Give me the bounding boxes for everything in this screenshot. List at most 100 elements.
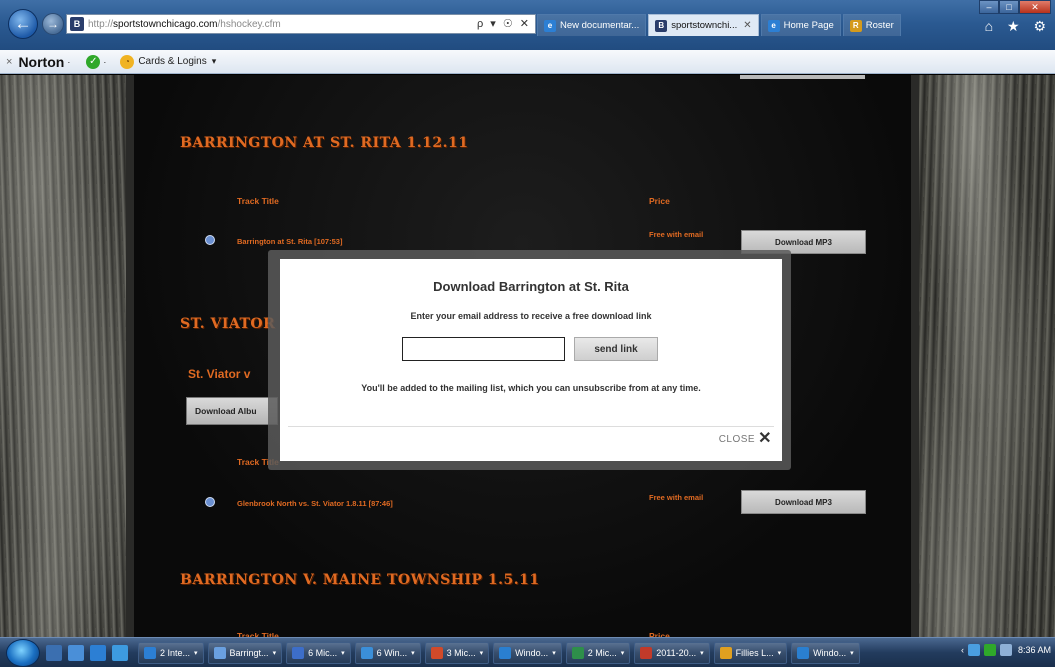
- volume-icon[interactable]: [999, 644, 1012, 656]
- media-icon[interactable]: [112, 644, 128, 661]
- taskbar-button-label: Windo...: [813, 647, 847, 658]
- send-link-button[interactable]: send link: [574, 337, 658, 361]
- app-icon: [499, 646, 512, 659]
- norton-safe-check-icon[interactable]: ✓: [86, 54, 101, 69]
- start-button[interactable]: [6, 638, 40, 667]
- chevron-down-icon: ▾: [620, 649, 625, 657]
- download-modal: Download Barrington at St. Rita Enter yo…: [280, 259, 782, 461]
- play-icon[interactable]: [205, 235, 215, 245]
- app-icon: [144, 646, 156, 659]
- taskbar-button[interactable]: Windo... ▾: [493, 641, 562, 664]
- window-close-button[interactable]: ✕: [1019, 0, 1051, 14]
- taskbar-buttons: 2 Inte... ▾ Barringt... ▾ 6 Mic... ▾ 6 Win... ▾…: [134, 641, 860, 664]
- ie-page-icon: e: [767, 19, 780, 32]
- tab-label: sportstownchi...: [671, 20, 738, 31]
- tab-label: New documentar...: [560, 20, 640, 31]
- taskbar-button[interactable]: 6 Win... ▾: [354, 641, 421, 664]
- cards-logins-menu[interactable]: Cards & Logins: [138, 56, 206, 67]
- taskbar-button[interactable]: Windo... ▾: [791, 641, 860, 664]
- download-album-button[interactable]: Download Albu: [186, 397, 278, 425]
- cards-caret-icon: ▾: [211, 56, 217, 66]
- chevron-down-icon: ▾: [411, 649, 415, 657]
- arrow-right-icon: →: [47, 17, 59, 31]
- address-bar[interactable]: B http://sportstownchicago.com/hshockey.…: [66, 14, 536, 34]
- modal-close-button[interactable]: CLOSE ✕: [719, 430, 772, 447]
- browser-titlebar: ← → B http://sportstownchicago.com/hshoc…: [0, 0, 1055, 50]
- minimize-button[interactable]: –: [979, 0, 999, 14]
- download-button-partial[interactable]: [740, 75, 865, 79]
- tab-roster[interactable]: R Roster: [842, 14, 901, 36]
- taskbar-button[interactable]: 2011-20... ▾: [634, 641, 710, 664]
- taskbar-button[interactable]: 2 Mic... ▾: [565, 641, 631, 664]
- chevron-down-icon: ▾: [850, 649, 854, 657]
- tab-sportstownchicago[interactable]: B sportstownchi... ✕: [648, 14, 759, 36]
- explorer-icon[interactable]: [68, 644, 84, 661]
- forward-button[interactable]: →: [42, 13, 64, 35]
- close-icon: ✕: [758, 430, 772, 447]
- taskbar-button[interactable]: 6 Mic... ▾: [286, 641, 351, 664]
- album-label: St. Viator v: [188, 367, 251, 381]
- tab-new-documentary[interactable]: e New documentar...: [537, 14, 647, 36]
- tab-label: Home Page: [783, 20, 834, 31]
- play-icon[interactable]: [205, 497, 215, 507]
- app-icon: [719, 646, 732, 659]
- system-tray: ‹ 8:36 AM: [961, 644, 1051, 656]
- app-icon: [213, 646, 226, 659]
- taskbar-button-label: Fillies L...: [735, 647, 774, 658]
- window-controls: – □ ✕: [979, 0, 1051, 14]
- app-icon: [430, 646, 443, 659]
- norton-tray-icon[interactable]: [983, 644, 996, 656]
- tab-label: Roster: [865, 20, 894, 31]
- mailing-list-note: You'll be added to the mailing list, whi…: [361, 383, 701, 393]
- tray-expand-icon[interactable]: ‹: [961, 645, 964, 655]
- address-tools[interactable]: ρ ▾ ☉ ✕: [477, 17, 531, 30]
- clock[interactable]: 8:36 AM: [1018, 645, 1051, 655]
- taskbar-button[interactable]: 2 Inte... ▾: [138, 641, 204, 664]
- chevron-down-icon: ▾: [552, 649, 556, 657]
- email-field[interactable]: [402, 337, 565, 361]
- modal-title: Download Barrington at St. Rita: [433, 279, 629, 294]
- app-icon: [797, 646, 810, 659]
- windows-taskbar: 2 Inte... ▾ Barringt... ▾ 6 Mic... ▾ 6 Win... ▾…: [0, 637, 1055, 667]
- tab-strip: e New documentar... B sportstownchi... ✕…: [537, 14, 903, 36]
- price-header: Price: [649, 196, 670, 206]
- norton-menu[interactable]: Norton: [18, 54, 64, 70]
- address-host: sportstownchicago.com: [113, 18, 218, 30]
- download-mp3-button[interactable]: Download MP3: [741, 490, 866, 514]
- norton-toolbar: × Norton · ✓ · ◔ Cards & Logins ▾: [0, 50, 1055, 74]
- app-icon: [360, 646, 373, 659]
- taskbar-button-label: 2 Mic...: [587, 647, 617, 658]
- app-icon: [571, 646, 584, 659]
- chevron-down-icon: ▾: [700, 649, 704, 657]
- app-icon: [292, 646, 305, 659]
- tab-home-page[interactable]: e Home Page: [760, 14, 841, 36]
- taskbar-button[interactable]: Barringt... ▾: [207, 641, 283, 664]
- taskbar-button-label: 2011-20...: [656, 647, 697, 658]
- ie-icon[interactable]: [90, 644, 106, 661]
- app-icon: [640, 646, 653, 659]
- taskbar-button-label: Barringt...: [229, 647, 269, 658]
- chevron-down-icon: ▾: [341, 649, 345, 657]
- track-title: Barrington at St. Rita [107:53]: [237, 237, 343, 246]
- show-desktop-icon[interactable]: [46, 644, 62, 661]
- taskbar-button-label: 6 Win...: [376, 647, 408, 658]
- back-button[interactable]: ←: [8, 9, 38, 39]
- modal-instructions: Enter your email address to receive a fr…: [410, 311, 652, 321]
- chevron-down-icon: ▾: [479, 649, 484, 657]
- taskbar-button-label: 2 Inte...: [160, 647, 191, 658]
- site-favicon-icon: B: [70, 17, 84, 31]
- toolbar-close-icon[interactable]: ×: [6, 56, 12, 68]
- screen: ← → B http://sportstownchicago.com/hshoc…: [0, 0, 1055, 667]
- network-icon[interactable]: [967, 644, 980, 656]
- taskbar-button-label: Windo...: [515, 647, 549, 658]
- taskbar-button[interactable]: 3 Mic... ▾: [424, 641, 490, 664]
- ie-page-icon: e: [544, 19, 556, 32]
- tab-close-icon[interactable]: ✕: [743, 20, 751, 31]
- home-favorites-tools-icons[interactable]: ⌂ ★ ⚙: [985, 18, 1051, 35]
- site-favicon-icon: B: [655, 19, 668, 32]
- section-heading: BARRINGTON AT ST. RITA 1.12.11: [180, 135, 469, 151]
- taskbar-button[interactable]: Fillies L... ▾: [713, 641, 788, 664]
- maximize-button[interactable]: □: [999, 0, 1019, 14]
- track-price: Free with email: [649, 493, 704, 502]
- section-heading: BARRINGTON V. MAINE TOWNSHIP 1.5.11: [180, 572, 540, 588]
